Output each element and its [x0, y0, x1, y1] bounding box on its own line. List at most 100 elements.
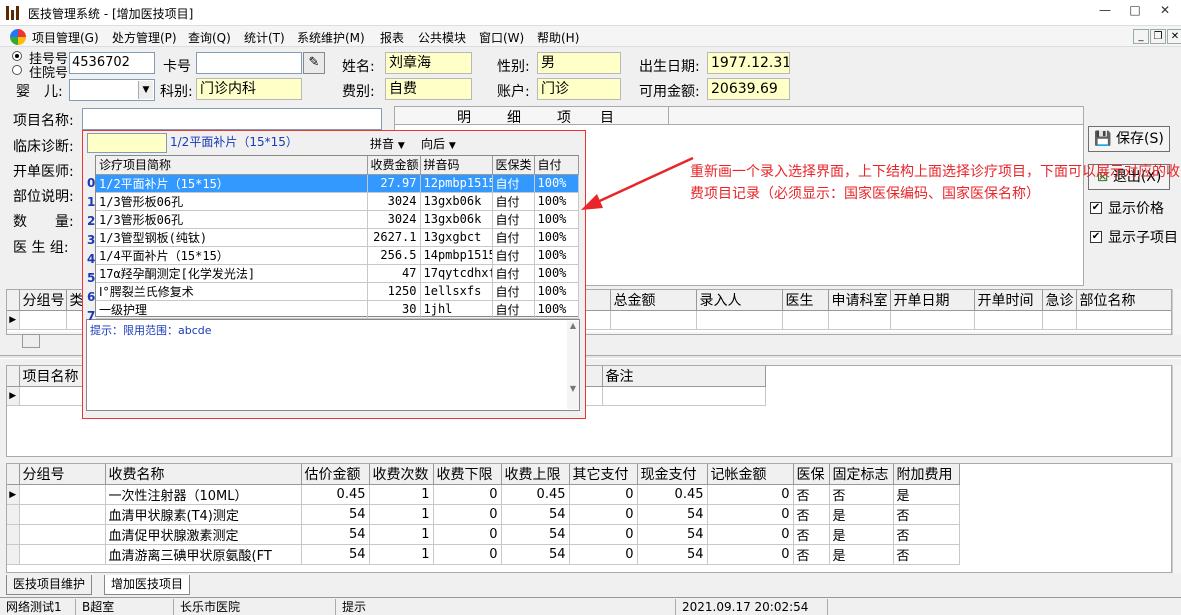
name-label: 姓名:: [342, 59, 375, 75]
menu-public[interactable]: 公共模块: [418, 29, 466, 46]
sex-label: 性别:: [497, 59, 530, 75]
group-label: 医 生 组:: [13, 240, 69, 256]
grid3-col-cash: 现金支付: [637, 464, 708, 485]
card-reader-icon[interactable]: ✎: [303, 52, 325, 74]
selector-direction[interactable]: 向后 ▼: [421, 135, 456, 152]
save-button[interactable]: 💾 保存(S): [1088, 126, 1170, 152]
table-row[interactable]: 血清促甲状腺激素测定 54 1 0 54 0 54 0 否是否: [7, 524, 960, 545]
grid2-vscroll[interactable]: [1172, 365, 1181, 457]
grid3-col-group: 分组号: [19, 464, 106, 485]
selector-search-input[interactable]: [87, 133, 167, 153]
list-item-number: 6: [87, 290, 96, 304]
list-item[interactable]: 17α羟孕酮测定[化学发光法] 47 17qytcdhxf 自付 100%: [96, 264, 579, 283]
grid3-col-other: 其它支付: [569, 464, 638, 485]
tab-add-item[interactable]: 增加医技项目: [104, 575, 191, 595]
table-cell: 是: [829, 524, 894, 545]
dept-field: 门诊内科: [196, 78, 302, 100]
list-item-number: 7: [87, 309, 96, 323]
mdi-restore-button[interactable]: ❐: [1150, 29, 1166, 44]
selector-col-ins: 医保类: [492, 156, 535, 175]
detail-header-2: 细: [507, 110, 521, 126]
list-item-amount: 27.97: [367, 174, 421, 193]
save-label: 保存(S): [1116, 131, 1164, 147]
reg-no-input[interactable]: 4536702: [69, 52, 155, 74]
table-cell: 一次性注射器（10ML）: [105, 484, 302, 505]
app-icon: [6, 6, 22, 20]
table-cell: 否: [893, 504, 960, 525]
h-scroll-thumb[interactable]: [22, 334, 40, 348]
maximize-button[interactable]: □: [1120, 0, 1150, 20]
tab-item-maintenance[interactable]: 医技项目维护: [6, 575, 93, 595]
grid1-col-time: 开单时间: [974, 290, 1043, 311]
hint-scrollbar[interactable]: ▲ ▼: [567, 321, 579, 409]
table-cell: [19, 484, 106, 505]
table-cell: 否: [829, 484, 894, 505]
close-button[interactable]: ✕: [1150, 0, 1180, 20]
grid3-vscroll[interactable]: [1172, 463, 1181, 573]
fee-grid[interactable]: 分组号 收费名称 估价金额 收费次数 收费下限 收费上限 其它支付 现金支付 记…: [6, 463, 1172, 573]
list-item[interactable]: 1/3管型钢板(纯钛) 2627.1 13gxgbct 自付 100%: [96, 228, 579, 247]
menu-project[interactable]: 项目管理(G): [32, 29, 99, 46]
grid1-vscroll[interactable]: [1172, 289, 1181, 335]
list-item[interactable]: 1/3管形板06孔 3024 13gxb06k 自付 100%: [96, 210, 579, 229]
card-no-input[interactable]: [196, 52, 302, 74]
table-cell: [19, 524, 106, 545]
menu-prescription[interactable]: 处方管理(P): [112, 29, 177, 46]
table-cell: 54: [637, 544, 708, 565]
card-label: 卡号: [163, 59, 191, 75]
item-name-label: 项目名称:: [13, 113, 74, 129]
menu-window[interactable]: 窗口(W): [479, 29, 524, 46]
status-bar: 网络测试1 B超室 长乐市医院 提示 2021.09.17 20:02:54: [0, 597, 1181, 615]
table-cell: 0: [569, 484, 638, 505]
dob-field: 1977.12.31: [707, 52, 790, 74]
table-cell: 血清促甲状腺激素测定: [105, 524, 302, 545]
minimize-button[interactable]: —: [1090, 0, 1120, 20]
list-item-name: Ⅰ°腭裂兰氏修复术: [96, 282, 368, 301]
status-room: B超室: [78, 599, 174, 615]
list-item-code: 13gxgbct: [420, 228, 493, 247]
detail-header-1: 明: [457, 110, 471, 126]
grid1-col-doctor: 医生: [782, 290, 829, 311]
table-cell: 0: [707, 524, 794, 545]
selector-mode[interactable]: 拼音 ▼: [370, 135, 405, 152]
list-item-name: 1/4平面补片（15*15）: [96, 246, 368, 265]
row-indicator: [7, 504, 20, 525]
selector-col-self: 自付: [534, 156, 579, 175]
table-cell: 否: [793, 524, 830, 545]
show-subitems-checkbox[interactable]: ✔: [1090, 231, 1102, 243]
table-cell: 0: [433, 524, 502, 545]
table-row[interactable]: ▶ 一次性注射器（10ML） 0.45 1 0 0.45 0 0.45 0 否否是: [7, 484, 960, 505]
table-cell: 否: [793, 504, 830, 525]
list-item[interactable]: 1/3管形板06孔 3024 13gxb06k 自付 100%: [96, 192, 579, 211]
list-item-name: 17α羟孕酮测定[化学发光法]: [96, 264, 368, 283]
menu-query[interactable]: 查询(Q): [188, 29, 231, 46]
balance-field: 20639.69: [707, 78, 790, 100]
item-selector-popup[interactable]: 1/2平面补片（15*15） 拼音 ▼ 向后 ▼ 诊疗项目简称 收费金额 拼音码…: [82, 130, 586, 419]
mdi-close-button[interactable]: ✕: [1167, 29, 1181, 44]
list-item[interactable]: 一级护理 30 1jhl 自付 100%: [96, 300, 579, 319]
table-cell: 54: [301, 524, 370, 545]
list-item[interactable]: Ⅰ°腭裂兰氏修复术 1250 1ellsxfs 自付 100%: [96, 282, 579, 301]
selector-list[interactable]: 诊疗项目简称 收费金额 拼音码 医保类 自付 1/2平面补片（15*15） 27.…: [95, 155, 579, 319]
chevron-down-icon[interactable]: ▼: [138, 81, 153, 99]
baby-label: 婴 儿:: [16, 84, 63, 100]
list-item-name: 1/3管形板06孔: [96, 210, 368, 229]
menu-help[interactable]: 帮助(H): [537, 29, 579, 46]
menu-report[interactable]: 报表: [380, 29, 404, 46]
list-item[interactable]: 1/4平面补片（15*15） 256.5 14pmbp1515 自付 100%: [96, 246, 579, 265]
menu-stats[interactable]: 统计(T): [244, 29, 285, 46]
list-item-self: 100%: [534, 228, 579, 247]
chevron-down-icon: ▼: [448, 141, 456, 151]
mdi-minimize-button[interactable]: _: [1133, 29, 1149, 44]
table-row[interactable]: 血清甲状腺素(T4)测定 54 1 0 54 0 54 0 否是否: [7, 504, 960, 525]
list-item[interactable]: 1/2平面补片（15*15） 27.97 12pmbp1515 自付 100%: [96, 174, 579, 193]
item-name-input[interactable]: [82, 108, 382, 130]
radio-reg[interactable]: [12, 51, 22, 61]
radio-inpatient[interactable]: [12, 65, 22, 75]
table-cell: 54: [637, 504, 708, 525]
list-item-amount: 3024: [367, 192, 421, 211]
table-cell: 0.45: [637, 484, 708, 505]
table-row[interactable]: 血清游离三碘甲状原氨酸(FT 54 1 0 54 0 54 0 否是否: [7, 544, 960, 565]
menu-system[interactable]: 系统维护(M): [297, 29, 365, 46]
name-field: 刘章海: [385, 52, 472, 74]
